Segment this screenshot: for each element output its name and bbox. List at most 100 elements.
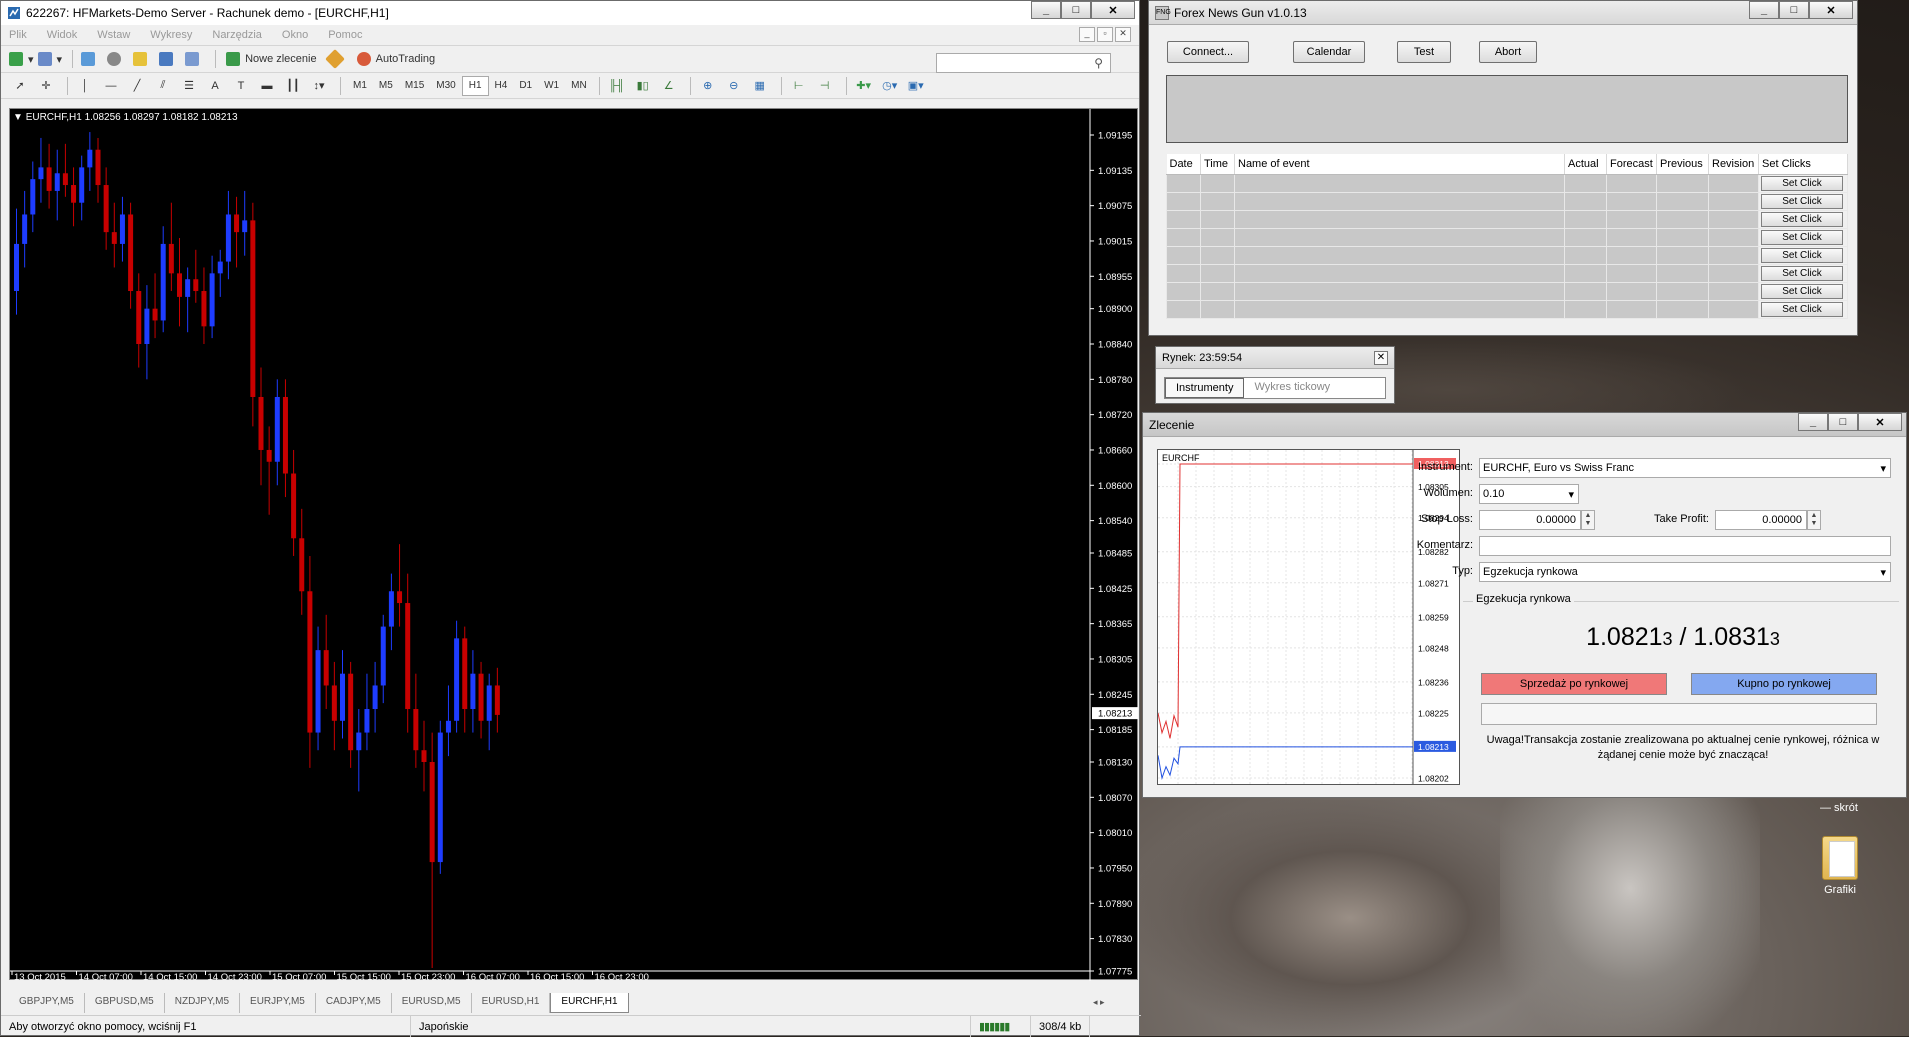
timeframe-d1[interactable]: D1 [513, 76, 538, 96]
timeframe-mn[interactable]: MN [565, 76, 593, 96]
set-click-button[interactable]: Set Click [1761, 265, 1843, 281]
mdi-close-button[interactable]: ✕ [1115, 27, 1131, 42]
tab-instrumenty[interactable]: Instrumenty [1165, 378, 1245, 398]
timeframe-h1[interactable]: H1 [461, 75, 489, 96]
strategy-tester-button[interactable] [183, 49, 205, 69]
timeframe-m1[interactable]: M1 [347, 76, 373, 96]
chart-tab[interactable]: EURCHF,H1 [550, 993, 629, 1013]
timeframe-m5[interactable]: M5 [373, 76, 399, 96]
stop-loss-input[interactable]: 0.00000 [1479, 510, 1581, 530]
fng-maximize-button[interactable]: □ [1779, 1, 1809, 19]
navigator-button[interactable] [131, 49, 153, 69]
text-tool[interactable]: A [204, 76, 226, 96]
crosshair-tool[interactable]: ✛ [35, 76, 57, 96]
profiles-button[interactable]: ▾ [37, 49, 62, 69]
new-order-button[interactable]: Nowe zlecenie [222, 49, 323, 69]
zlecenie-minimize-button[interactable]: _ [1798, 413, 1828, 431]
type-select[interactable]: Egzekucja rynkowa ▾ [1479, 562, 1891, 582]
search-icon[interactable]: ⚲ [1094, 56, 1103, 70]
terminal-button[interactable] [157, 49, 179, 69]
set-click-button[interactable]: Set Click [1761, 211, 1843, 227]
tabs-scroll-arrows[interactable]: ◂ ▸ [1093, 997, 1105, 1008]
chart-tab[interactable]: GBPUSD,M5 [85, 993, 165, 1013]
set-click-button[interactable]: Set Click [1761, 175, 1843, 191]
test-button[interactable]: Test [1397, 41, 1451, 63]
timeframe-m30[interactable]: M30 [430, 76, 461, 96]
take-profit-input[interactable]: 0.00000 [1715, 510, 1807, 530]
line-chart-icon[interactable]: ∠ [658, 76, 680, 96]
fng-titlebar[interactable]: FNG Forex News Gun v1.0.13 _ □ ✕ [1149, 1, 1857, 25]
set-click-button[interactable]: Set Click [1761, 193, 1843, 209]
chart-tab[interactable]: GBPJPY,M5 [9, 993, 85, 1013]
mt4-titlebar[interactable]: 622267: HFMarkets-Demo Server - Rachunek… [1, 1, 1139, 25]
fng-close-button[interactable]: ✕ [1809, 1, 1853, 19]
arrows-tool[interactable]: ↕▾ [308, 76, 330, 96]
volume-select[interactable]: 0.10 ▾ [1479, 484, 1579, 504]
chart-tab[interactable]: CADJPY,M5 [316, 993, 392, 1013]
buy-market-button[interactable]: Kupno po rynkowej [1691, 673, 1877, 695]
search-input[interactable] [936, 53, 1111, 73]
autoscroll-icon[interactable]: ⊢ [788, 76, 810, 96]
menu-plik[interactable]: Plik [9, 29, 27, 41]
zlecenie-titlebar[interactable]: Zlecenie _ □ ✕ [1143, 413, 1906, 437]
take-profit-stepper[interactable]: ▲ ▼ [1807, 510, 1821, 530]
bar-chart-icon[interactable]: ╟╢ [606, 76, 628, 96]
zlecenie-maximize-button[interactable]: □ [1828, 413, 1858, 431]
tile-windows-icon[interactable]: ▦ [749, 76, 771, 96]
chart-tab[interactable]: EURUSD,H1 [472, 993, 551, 1013]
data-window-button[interactable] [105, 49, 127, 69]
menu-okno[interactable]: Okno [282, 29, 308, 41]
periods-icon[interactable]: ◷▾ [879, 76, 901, 96]
vertical-line-tool[interactable]: │ [74, 76, 96, 96]
fng-minimize-button[interactable]: _ [1749, 1, 1779, 19]
tab-wykres-tickowy[interactable]: Wykres tickowy [1244, 378, 1340, 398]
zoom-in-icon[interactable]: ⊕ [697, 76, 719, 96]
chart-shift-icon[interactable]: ⊣ [814, 76, 836, 96]
fibonacci-tool[interactable]: ☰ [178, 76, 200, 96]
zoom-out-icon[interactable]: ⊖ [723, 76, 745, 96]
timeframe-m15[interactable]: M15 [399, 76, 430, 96]
menu-wstaw[interactable]: Wstaw [97, 29, 130, 41]
price-chart[interactable]: 1.09195 1.09135 1.09075 1.09015 1.08955 1.089… [9, 108, 1138, 981]
timeframe-h4[interactable]: H4 [489, 76, 514, 96]
templates-icon[interactable]: ▣▾ [905, 76, 927, 96]
horizontal-line-tool[interactable]: — [100, 76, 122, 96]
zlecenie-close-button[interactable]: ✕ [1858, 413, 1902, 431]
autotrading-button[interactable]: AutoTrading [353, 49, 442, 69]
candlestick-chart-icon[interactable]: ▮▯ [632, 76, 654, 96]
chart-tab[interactable]: EURUSD,M5 [392, 993, 472, 1013]
abort-button[interactable]: Abort [1479, 41, 1537, 63]
rynek-titlebar[interactable]: Rynek: 23:59:54 ✕ [1156, 347, 1394, 369]
bar-chart-button[interactable]: ┃┃ [282, 76, 304, 96]
connect-button[interactable]: Connect... [1167, 41, 1249, 63]
menu-wykresy[interactable]: Wykresy [150, 29, 192, 41]
chart-tab[interactable]: NZDJPY,M5 [165, 993, 241, 1013]
calendar-button[interactable]: Calendar [1293, 41, 1365, 63]
instrument-select[interactable]: EURCHF, Euro vs Swiss Franc ▾ [1479, 458, 1891, 478]
desktop-folder-grafiki[interactable]: Grafiki [1808, 836, 1872, 896]
set-click-button[interactable]: Set Click [1761, 229, 1843, 245]
cursor-tool[interactable]: ➚ [9, 76, 31, 96]
sell-market-button[interactable]: Sprzedaż po rynkowej [1481, 673, 1667, 695]
rectangle-tool[interactable]: ▬ [256, 76, 278, 96]
menu-widok[interactable]: Widok [47, 29, 78, 41]
minimize-button[interactable]: _ [1031, 1, 1061, 19]
rynek-close-button[interactable]: ✕ [1374, 350, 1388, 365]
comment-input[interactable] [1479, 536, 1891, 556]
set-click-button[interactable]: Set Click [1761, 247, 1843, 263]
metaeditor-button[interactable] [325, 49, 349, 69]
market-watch-button[interactable] [79, 49, 101, 69]
menu-pomoc[interactable]: Pomoc [328, 29, 362, 41]
indicators-icon[interactable]: ✚▾ [853, 76, 875, 96]
mdi-restore-button[interactable]: ▫ [1097, 27, 1113, 42]
maximize-button[interactable]: □ [1061, 1, 1091, 19]
new-chart-button[interactable]: ▾ [9, 49, 34, 69]
text-label-tool[interactable]: T [230, 76, 252, 96]
close-button[interactable]: ✕ [1091, 1, 1135, 19]
mdi-minimize-button[interactable]: _ [1079, 27, 1095, 42]
set-click-button[interactable]: Set Click [1761, 301, 1843, 317]
set-click-button[interactable]: Set Click [1761, 283, 1843, 299]
menu-narzedzia[interactable]: Narzędzia [212, 29, 262, 41]
equidistant-channel-tool[interactable]: ⫽ [152, 76, 174, 96]
timeframe-w1[interactable]: W1 [538, 76, 565, 96]
